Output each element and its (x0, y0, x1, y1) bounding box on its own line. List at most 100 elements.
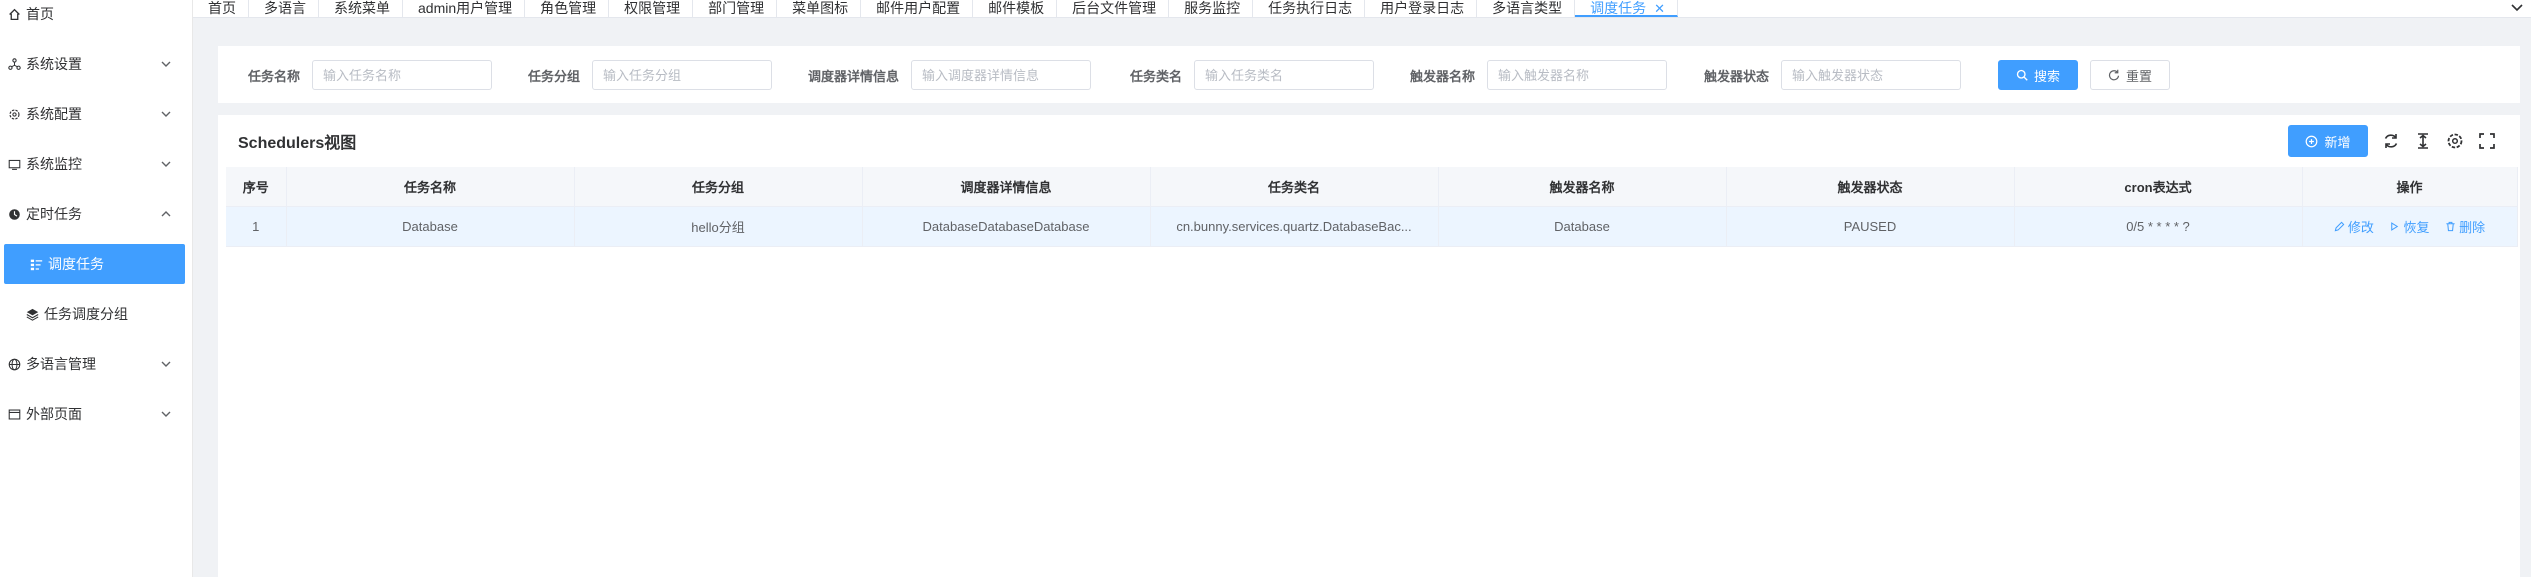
tab-server-monitor[interactable]: 服务监控 (1169, 0, 1254, 17)
sidebar-item-home[interactable]: 首页 (0, 0, 193, 34)
trash-icon (2446, 221, 2455, 231)
tab-i18n[interactable]: 多语言 (249, 0, 319, 17)
globe-icon (6, 356, 22, 372)
settings-nodes-icon (6, 56, 22, 72)
field-label: 任务分组 (528, 68, 581, 84)
search-field-job-group: 任务分组 (528, 60, 773, 90)
tab-mail-templates[interactable]: 邮件模板 (973, 0, 1058, 17)
column-header: 调度器详情信息 (862, 167, 1151, 207)
search-field-description: 调度器详情信息 (808, 60, 1092, 90)
reset-button-label: 重置 (2125, 68, 2152, 84)
monitor-icon (6, 156, 22, 172)
edit-icon (2334, 221, 2345, 231)
search-field-trigger-name: 触发器名称 (1410, 60, 1668, 90)
field-label: 触发器状态 (1704, 68, 1770, 84)
sidebar-item-system-settings[interactable]: 系统设置 (0, 44, 193, 84)
chevron-down-icon (161, 61, 171, 67)
tab-system-menu[interactable]: 系统菜单 (319, 0, 403, 17)
sidebar-item-label: 系统设置 (26, 56, 82, 72)
tab-permissions[interactable]: 权限管理 (609, 0, 694, 17)
column-header: 操作 (2302, 167, 2518, 207)
sidebar-item-scheduler-tasks[interactable]: 调度任务 (4, 244, 185, 284)
description-input[interactable] (911, 60, 1092, 90)
clock-icon (6, 206, 22, 222)
sidebar-item-system-monitor[interactable]: 系统监控 (0, 144, 193, 184)
close-icon[interactable]: ✕ (1654, 1, 1665, 16)
search-field-trigger-state: 触发器状态 (1704, 60, 1962, 90)
cell-job-class: cn.bunny.services.quartz.DatabaseBac... (1150, 206, 1439, 247)
cell-cron: 0/5 * * * * ? (2014, 206, 2303, 247)
field-label: 任务名称 (248, 68, 301, 84)
delete-button[interactable]: 删除 (2445, 217, 2485, 236)
column-header: 任务名称 (286, 167, 575, 207)
sidebar-item-label: 定时任务 (26, 206, 82, 222)
sidebar: 首页 系统设置 系统配置 系统监控 定时任务 调度任务 任务调度分组 多语言管理… (0, 0, 193, 577)
tabs-bar: 首页 多语言 系统菜单 admin用户管理 角色管理 权限管理 部门管理 菜单图… (193, 0, 2531, 18)
trigger-state-input[interactable] (1781, 60, 1962, 90)
sidebar-item-external-pages[interactable]: 外部页面 (0, 394, 193, 434)
cell-trigger-state: PAUSED (1726, 206, 2015, 247)
cell-description: DatabaseDatabaseDatabase (862, 206, 1151, 247)
tab-login-logs[interactable]: 用户登录日志 (1365, 0, 1478, 17)
reset-button[interactable]: 重置 (2090, 60, 2170, 90)
sidebar-item-label: 多语言管理 (26, 356, 96, 372)
column-height-icon[interactable] (2414, 132, 2432, 150)
refresh-icon (2108, 69, 2120, 81)
search-field-job-name: 任务名称 (248, 60, 493, 90)
task-list-icon (28, 256, 44, 272)
job-name-input[interactable] (312, 60, 493, 90)
tab-mail-users[interactable]: 邮件用户配置 (861, 0, 974, 17)
tab-departments[interactable]: 部门管理 (693, 0, 778, 17)
column-header: 触发器状态 (1726, 167, 2015, 207)
tab-roles[interactable]: 角色管理 (525, 0, 610, 17)
cell-index: 1 (226, 206, 287, 247)
tab-task-logs[interactable]: 任务执行日志 (1253, 0, 1366, 17)
sidebar-item-task-groups[interactable]: 任务调度分组 (0, 294, 193, 334)
chevron-up-icon (161, 211, 171, 217)
tab-i18n-types[interactable]: 多语言类型 (1477, 0, 1576, 17)
gear-icon[interactable] (2446, 132, 2464, 150)
plus-circle-icon (2306, 135, 2318, 147)
sidebar-item-label: 首页 (26, 6, 54, 22)
scheduler-table: 序号 任务名称 任务分组 调度器详情信息 任务类名 触发器名称 触发器状态 cr… (226, 167, 2518, 247)
field-label: 触发器名称 (1410, 68, 1476, 84)
tab-label: 调度任务 (1590, 0, 1647, 16)
sidebar-item-label: 外部页面 (26, 406, 82, 422)
home-icon (6, 6, 22, 22)
search-button[interactable]: 搜索 (1998, 60, 2078, 90)
tab-home[interactable]: 首页 (193, 0, 249, 17)
sidebar-item-scheduled-tasks[interactable]: 定时任务 (0, 194, 193, 234)
cell-job-name: Database (286, 206, 575, 247)
refresh-icon[interactable] (2382, 132, 2400, 150)
cell-actions: 修改 恢复 删除 (2302, 206, 2518, 247)
search-icon (2016, 69, 2028, 81)
delete-label: 删除 (2459, 219, 2486, 235)
table-row[interactable]: 1 Database hello分组 DatabaseDatabaseDatab… (226, 206, 2518, 247)
fullscreen-icon[interactable] (2478, 132, 2496, 150)
sidebar-item-system-config[interactable]: 系统配置 (0, 94, 193, 134)
edit-button[interactable]: 修改 (2334, 217, 2374, 236)
window-icon (6, 406, 22, 422)
sidebar-item-i18n[interactable]: 多语言管理 (0, 344, 193, 384)
chevron-down-icon (161, 111, 171, 117)
job-group-input[interactable] (592, 60, 773, 90)
chevron-down-icon[interactable] (2509, 0, 2525, 16)
search-button-label: 搜索 (2033, 68, 2060, 84)
add-button[interactable]: 新增 (2288, 125, 2368, 157)
play-icon (2391, 221, 2399, 231)
column-header: 序号 (226, 167, 287, 207)
tab-files[interactable]: 后台文件管理 (1057, 0, 1170, 17)
tab-admin-users[interactable]: admin用户管理 (403, 0, 526, 17)
job-class-input[interactable] (1194, 60, 1375, 90)
tab-scheduler-tasks[interactable]: 调度任务 ✕ (1575, 0, 1679, 17)
layers-icon (24, 306, 40, 322)
sidebar-item-label: 任务调度分组 (44, 306, 128, 322)
trigger-name-input[interactable] (1487, 60, 1668, 90)
app-root: 首页 系统设置 系统配置 系统监控 定时任务 调度任务 任务调度分组 多语言管理… (0, 0, 2531, 577)
edit-label: 修改 (2347, 219, 2374, 235)
resume-button[interactable]: 恢复 (2389, 217, 2430, 236)
tab-menu-icons[interactable]: 菜单图标 (777, 0, 862, 17)
column-header: 任务分组 (574, 167, 863, 207)
field-label: 任务类名 (1130, 68, 1183, 84)
chevron-down-icon (161, 361, 171, 367)
